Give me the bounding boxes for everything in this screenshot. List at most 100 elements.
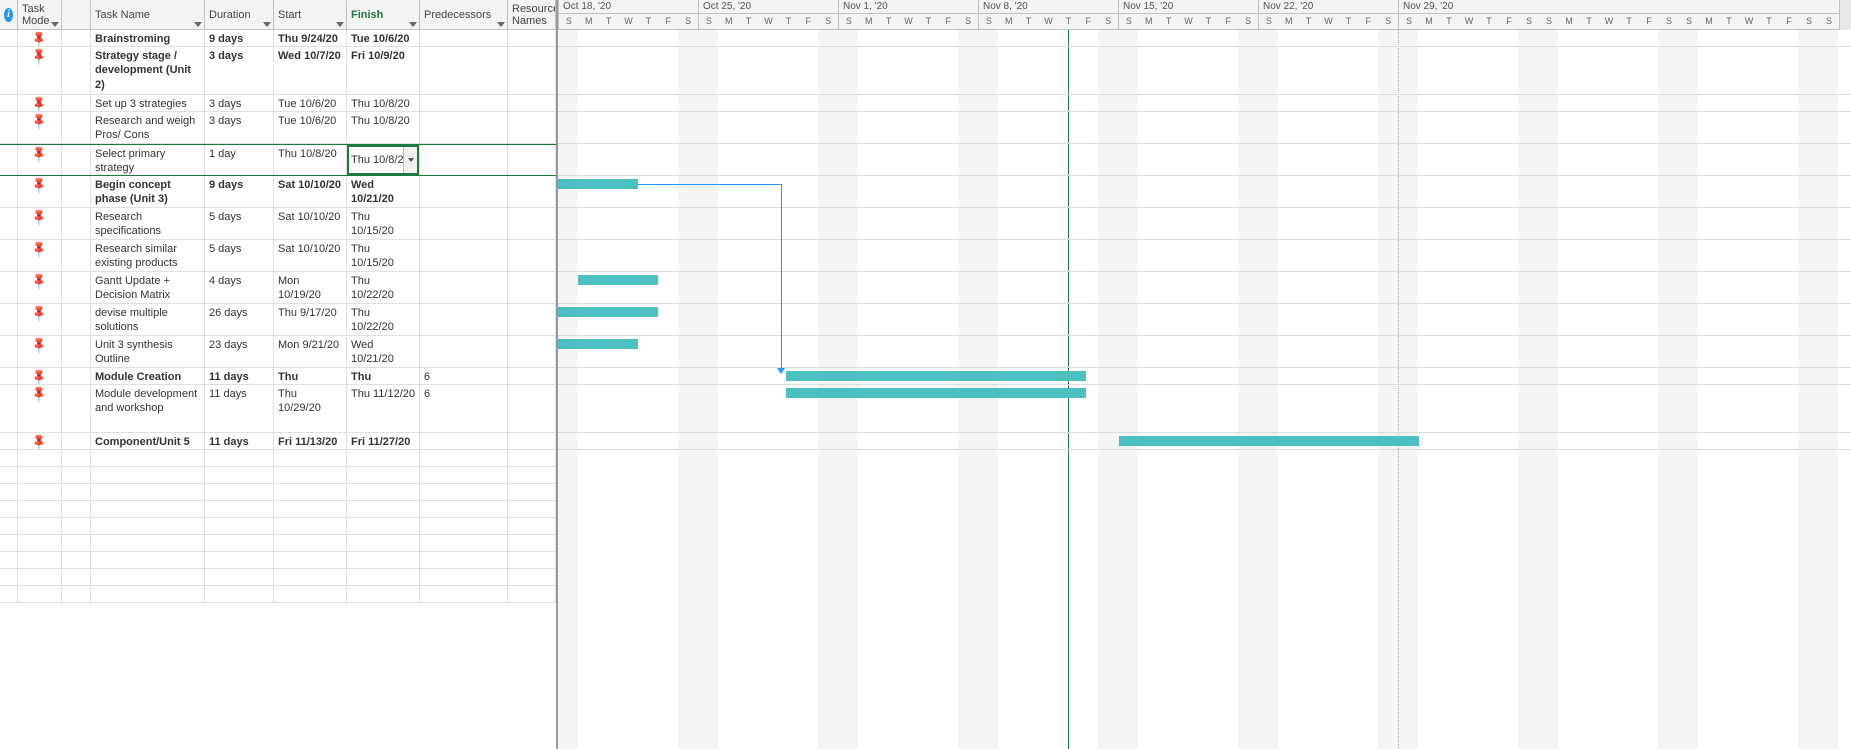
empty-cell[interactable] [508, 450, 556, 466]
resource-names-cell[interactable] [508, 336, 556, 367]
finish-cell-editor[interactable]: Thu 10/8/2 [347, 145, 419, 175]
task-name-cell[interactable]: Strategy stage / development (Unit 2) [91, 47, 205, 94]
duration-cell[interactable]: 23 days [205, 336, 274, 367]
finish-cell[interactable]: Thu 10/22/20 [347, 272, 420, 303]
task-name-cell[interactable]: Unit 3 synthesis Outline [91, 336, 205, 367]
empty-cell[interactable] [205, 450, 274, 466]
outline-cell[interactable] [62, 95, 91, 111]
task-row[interactable]: 📌Research and weigh Pros/ Cons3 daysTue … [0, 112, 556, 144]
indicator-cell[interactable] [0, 176, 18, 207]
col-header-predecessors[interactable]: Predecessors [420, 0, 508, 29]
start-cell[interactable]: Sat 10/10/20 [274, 208, 347, 239]
empty-cell[interactable] [91, 535, 205, 551]
resource-names-cell[interactable] [508, 240, 556, 271]
start-cell[interactable]: Tue 10/6/20 [274, 112, 347, 143]
finish-cell[interactable]: Thu 10/15/20 [347, 240, 420, 271]
empty-cell[interactable] [0, 518, 18, 534]
outline-cell[interactable] [62, 272, 91, 303]
date-dropdown-button[interactable] [403, 147, 417, 173]
empty-row[interactable] [0, 535, 556, 552]
finish-cell[interactable]: Fri 11/27/20 [347, 433, 420, 449]
gantt-row[interactable] [558, 272, 1851, 304]
empty-row[interactable] [0, 552, 556, 569]
start-cell[interactable]: Thu 9/17/20 [274, 304, 347, 335]
task-mode-cell[interactable]: 📌 [18, 145, 62, 175]
summary-bar[interactable] [786, 371, 1086, 381]
duration-cell[interactable]: 1 day [205, 145, 274, 175]
resource-names-cell[interactable] [508, 272, 556, 303]
empty-cell[interactable] [62, 467, 91, 483]
task-mode-cell[interactable]: 📌 [18, 30, 62, 46]
indicator-cell[interactable] [0, 112, 18, 143]
empty-cell[interactable] [0, 484, 18, 500]
indicator-cell[interactable] [0, 47, 18, 94]
col-header-resource-names[interactable]: Resource Names [508, 0, 556, 29]
duration-cell[interactable]: 9 days [205, 30, 274, 46]
empty-row[interactable] [0, 501, 556, 518]
start-cell[interactable]: Mon 10/19/20 [274, 272, 347, 303]
task-bar[interactable] [578, 275, 658, 285]
empty-cell[interactable] [420, 450, 508, 466]
empty-cell[interactable] [205, 552, 274, 568]
task-mode-cell[interactable]: 📌 [18, 176, 62, 207]
resource-names-cell[interactable] [508, 30, 556, 46]
timeline-week[interactable]: Nov 29, '20SMTWTFSSMTWTFSSMTWTFSS [1399, 0, 1840, 29]
empty-cell[interactable] [62, 501, 91, 517]
outline-cell[interactable] [62, 47, 91, 94]
outline-cell[interactable] [62, 385, 91, 432]
task-row[interactable]: 📌Select primary strategy1 dayThu 10/8/20… [0, 144, 556, 176]
col-header-task-mode[interactable]: Task Mode [18, 0, 62, 29]
resource-names-cell[interactable] [508, 176, 556, 207]
outline-cell[interactable] [62, 145, 91, 175]
empty-cell[interactable] [347, 535, 420, 551]
outline-cell[interactable] [62, 176, 91, 207]
task-row[interactable]: 📌Research similar existing products5 day… [0, 240, 556, 272]
empty-cell[interactable] [0, 552, 18, 568]
indicator-cell[interactable] [0, 145, 18, 175]
timeline-header[interactable]: Oct 18, '20SMTWTFSOct 25, '20SMTWTFSNov … [558, 0, 1851, 30]
task-name-cell[interactable]: devise multiple solutions [91, 304, 205, 335]
task-mode-cell[interactable]: 📌 [18, 240, 62, 271]
start-cell[interactable]: Thu 9/24/20 [274, 30, 347, 46]
task-row[interactable]: 📌Research specifications5 daysSat 10/10/… [0, 208, 556, 240]
empty-cell[interactable] [62, 484, 91, 500]
empty-cell[interactable] [508, 518, 556, 534]
outline-cell[interactable] [62, 336, 91, 367]
gantt-row[interactable] [558, 385, 1851, 433]
col-header-outline[interactable] [62, 0, 91, 29]
empty-cell[interactable] [205, 586, 274, 602]
gantt-row[interactable] [558, 240, 1851, 272]
empty-cell[interactable] [508, 552, 556, 568]
empty-cell[interactable] [205, 518, 274, 534]
indicator-cell[interactable] [0, 385, 18, 432]
empty-cell[interactable] [274, 501, 347, 517]
empty-cell[interactable] [91, 569, 205, 585]
empty-cell[interactable] [91, 467, 205, 483]
task-name-cell[interactable]: Research and weigh Pros/ Cons [91, 112, 205, 143]
task-name-cell[interactable]: Select primary strategy [91, 145, 205, 175]
start-cell[interactable]: Mon 9/21/20 [274, 336, 347, 367]
col-header-start[interactable]: Start [274, 0, 347, 29]
predecessors-cell[interactable]: 6 [420, 368, 508, 384]
empty-cell[interactable] [0, 569, 18, 585]
indicator-cell[interactable] [0, 368, 18, 384]
predecessors-cell[interactable]: 6 [420, 385, 508, 432]
col-header-task-name[interactable]: Task Name [91, 0, 205, 29]
resource-names-cell[interactable] [508, 208, 556, 239]
empty-cell[interactable] [18, 501, 62, 517]
indicator-cell[interactable] [0, 433, 18, 449]
gantt-row[interactable] [558, 95, 1851, 112]
empty-cell[interactable] [0, 501, 18, 517]
empty-cell[interactable] [91, 501, 205, 517]
indicator-cell[interactable] [0, 95, 18, 111]
gantt-body[interactable] [558, 30, 1851, 749]
outline-cell[interactable] [62, 240, 91, 271]
timeline-scroll-right[interactable] [1839, 0, 1851, 30]
empty-cell[interactable] [18, 569, 62, 585]
empty-cell[interactable] [347, 569, 420, 585]
outline-cell[interactable] [62, 30, 91, 46]
timeline-week[interactable]: Nov 1, '20SMTWTFS [839, 0, 979, 29]
col-header-duration[interactable]: Duration [205, 0, 274, 29]
outline-cell[interactable] [62, 433, 91, 449]
duration-cell[interactable]: 3 days [205, 95, 274, 111]
